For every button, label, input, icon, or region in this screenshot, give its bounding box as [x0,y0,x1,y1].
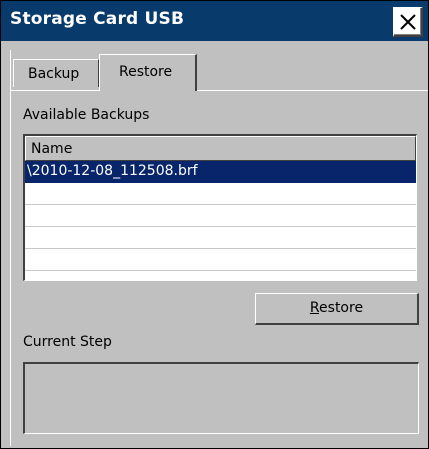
column-header-name[interactable]: Name [25,136,416,161]
backups-list[interactable]: Name \2010-12-08_112508.brf [23,134,417,281]
list-item[interactable]: \2010-12-08_112508.brf [25,161,416,183]
list-item[interactable] [25,249,416,271]
list-item[interactable] [25,205,416,227]
restore-button-mnemonic: R [309,300,320,316]
tab-backup[interactable]: Backup [13,59,99,87]
list-item[interactable] [25,183,416,205]
close-x-icon [400,14,416,30]
current-step-display [23,362,419,434]
restore-button-label-rest: estore [319,300,364,316]
close-button[interactable] [393,7,423,37]
available-backups-label: Available Backups [23,107,150,123]
current-step-label: Current Step [23,334,112,350]
title-bar[interactable]: Storage Card USB [1,1,428,41]
column-header-name-label: Name [31,141,73,157]
tab-panel-top-edge [10,90,428,91]
list-item[interactable] [25,227,416,249]
list-item-label: \2010-12-08_112508.brf [27,163,198,179]
backups-list-rows: \2010-12-08_112508.brf [25,161,416,271]
tab-panel-left-edge [10,50,11,446]
tab-strip: Backup Restore [1,41,428,93]
restore-button[interactable]: Restore [255,293,419,325]
window-title: Storage Card USB [10,9,185,29]
tab-restore[interactable]: Restore [99,54,197,91]
storage-card-dialog: Storage Card USB Backup Restore Availabl… [0,0,429,449]
tab-backup-label: Backup [28,66,80,82]
tab-restore-label: Restore [119,64,173,80]
